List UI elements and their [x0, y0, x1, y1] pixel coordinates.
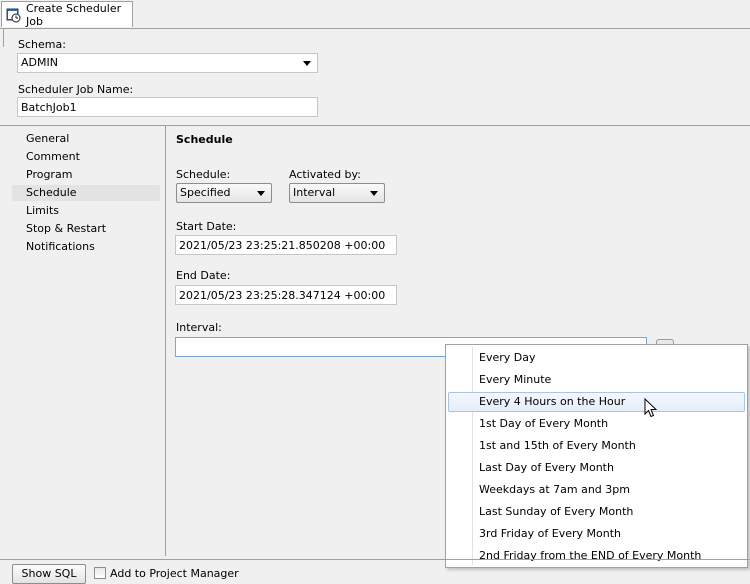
schedule-select[interactable]: Specified [176, 183, 272, 203]
nav-item-program[interactable]: Program [12, 167, 160, 183]
activated-by-label: Activated by: [289, 168, 361, 181]
schema-dropdown[interactable]: ADMIN [17, 53, 318, 73]
interval-option[interactable]: 1st and 15th of Every Month [448, 436, 745, 456]
activated-by-value: Interval [293, 186, 336, 199]
nav-item-limits[interactable]: Limits [12, 203, 160, 219]
interval-option[interactable]: Last Day of Every Month [448, 458, 745, 478]
schema-label: Schema: [18, 38, 66, 51]
nav-item-stop-restart[interactable]: Stop & Restart [12, 221, 160, 237]
job-name-label: Scheduler Job Name: [18, 83, 134, 96]
chevron-down-icon [257, 191, 265, 196]
interval-option[interactable]: Every Day [448, 348, 745, 368]
footer-divider [0, 559, 750, 560]
nav-divider [165, 126, 166, 556]
activated-by-select[interactable]: Interval [289, 183, 385, 203]
nav-item-comment[interactable]: Comment [12, 149, 160, 165]
end-date-input[interactable] [175, 285, 397, 305]
chevron-down-icon [303, 61, 311, 66]
interval-option[interactable]: 3rd Friday of Every Month [448, 524, 745, 544]
nav-item-general[interactable]: General [12, 131, 160, 147]
nav-item-notifications[interactable]: Notifications [12, 239, 160, 255]
nav-item-schedule[interactable]: Schedule [12, 185, 160, 201]
interval-option[interactable]: 1st Day of Every Month [448, 414, 745, 434]
schedule-label: Schedule: [176, 168, 231, 181]
section-divider [0, 125, 750, 126]
window-edge [0, 29, 4, 47]
interval-label: Interval: [176, 321, 222, 334]
schedule-select-value: Specified [180, 186, 231, 199]
interval-option[interactable]: Every Minute [448, 370, 745, 390]
tab-create-scheduler-job[interactable]: Create Scheduler Job [1, 1, 133, 28]
show-sql-button[interactable]: Show SQL [12, 564, 86, 584]
start-date-label: Start Date: [176, 220, 237, 233]
scheduler-job-icon [6, 7, 22, 23]
start-date-input[interactable] [175, 235, 397, 255]
interval-option[interactable]: 2nd Friday from the END of Every Month [448, 546, 745, 566]
schema-value: ADMIN [21, 56, 58, 69]
interval-option-highlighted[interactable]: Every 4 Hours on the Hour [448, 392, 745, 412]
mouse-cursor-icon [644, 397, 658, 421]
interval-option[interactable]: Weekdays at 7am and 3pm [448, 480, 745, 500]
interval-option[interactable]: Last Sunday of Every Month [448, 502, 745, 522]
tab-label: Create Scheduler Job [26, 1, 122, 28]
sidebar-nav: General Comment Program Schedule Limits … [4, 127, 164, 557]
interval-suggestions-popup: Every Day Every Minute Every 4 Hours on … [445, 344, 748, 568]
chevron-down-icon [370, 191, 378, 196]
section-title: Schedule [176, 133, 233, 146]
add-to-project-manager-checkbox[interactable] [94, 567, 106, 579]
job-name-input[interactable] [17, 97, 318, 117]
end-date-label: End Date: [176, 269, 231, 282]
add-to-project-manager-label: Add to Project Manager [110, 567, 239, 580]
